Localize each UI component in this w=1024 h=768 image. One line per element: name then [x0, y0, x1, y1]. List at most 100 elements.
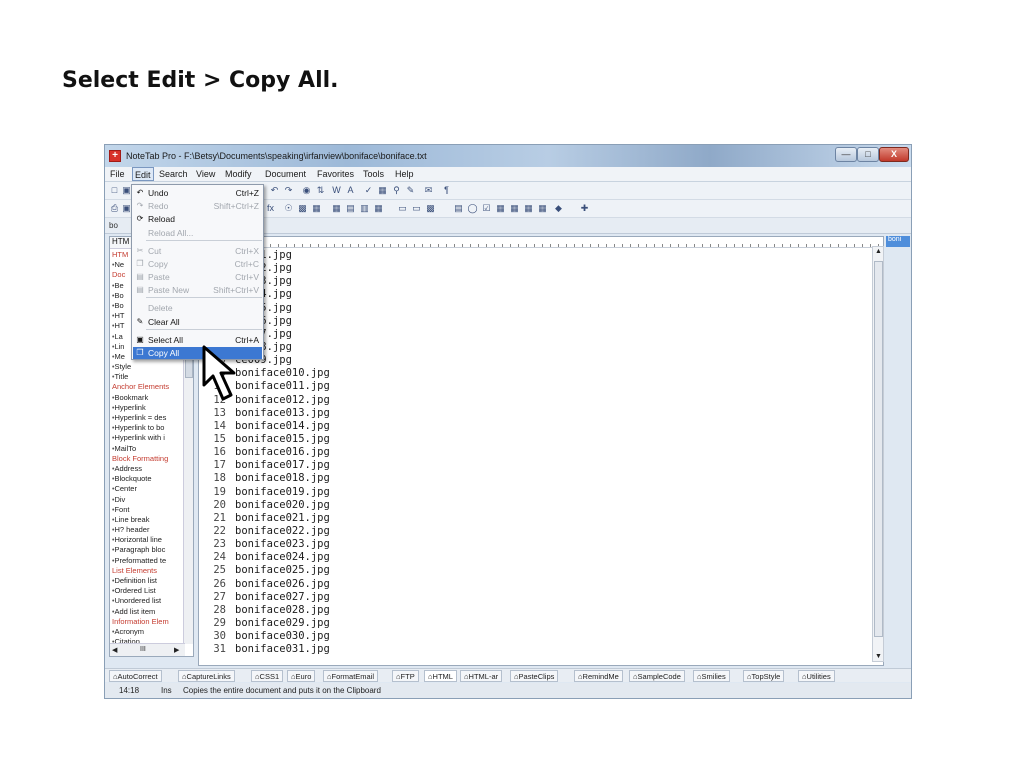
clip-tab-euro[interactable]: ⌂Euro [287, 670, 316, 682]
green-plus-icon[interactable]: ✚ [579, 203, 590, 214]
table-icon[interactable]: ▦ [331, 203, 342, 214]
binoculars-icon[interactable]: ◉ [301, 185, 312, 196]
diamond-icon[interactable]: ◆ [553, 203, 564, 214]
menu-item-reload[interactable]: ⟳ Reload [133, 213, 262, 225]
editor-scrollbar[interactable]: ▲ ▼ [872, 246, 884, 662]
menu-modify[interactable]: Modify [223, 169, 254, 179]
clip-item[interactable]: Add list item [112, 607, 184, 617]
editor-line[interactable]: 10boniface010.jpg [199, 367, 859, 380]
editor-line[interactable]: 21 boniface021.jpg [199, 512, 859, 525]
clip-tab-samplecode[interactable]: ⌂SampleCode [629, 670, 685, 682]
clip-item[interactable]: Address [112, 464, 184, 474]
clip-tab-capturelinks[interactable]: ⌂CaptureLinks [178, 670, 235, 682]
globe-icon[interactable]: ☉ [283, 203, 294, 214]
editor-line[interactable]: 25 boniface025.jpg [199, 564, 859, 577]
clip-item[interactable]: Hyperlink to bo [112, 423, 184, 433]
clip-tab-topstyle[interactable]: ⌂TopStyle [743, 670, 785, 682]
doc-tab-boniface[interactable]: bo [109, 221, 118, 230]
editor-line[interactable]: 31 boniface031.jpg [199, 643, 859, 656]
editor-line[interactable]: 22 boniface022.jpg [199, 525, 859, 538]
pilcrow-icon[interactable]: ¶ [441, 185, 452, 196]
clip-item[interactable]: Bookmark [112, 393, 184, 403]
clip-tab-smilies[interactable]: ⌂Smilies [693, 670, 730, 682]
scroll-right-icon[interactable]: ▶ [174, 646, 179, 654]
menu-tools[interactable]: Tools [361, 169, 386, 179]
notetab-app-icon[interactable]: + [109, 150, 121, 162]
clip-group-header[interactable]: List Elements [112, 566, 184, 576]
button-icon[interactable]: ▤ [453, 203, 464, 214]
word-icon[interactable]: W [331, 185, 342, 196]
editor-line[interactable]: 17 boniface017.jpg [199, 459, 859, 472]
close-icon[interactable]: X [879, 147, 909, 162]
editor-line[interactable]: 11boniface011.jpg [199, 380, 859, 393]
select-icon[interactable]: ▦ [509, 203, 520, 214]
editor-scroll-thumb[interactable] [874, 261, 883, 637]
editor-line[interactable]: 3ce003.jpg [199, 275, 859, 288]
font-size-icon[interactable]: A [345, 185, 356, 196]
editor-line[interactable]: 30 boniface030.jpg [199, 630, 859, 643]
clip-item[interactable]: H? header [112, 525, 184, 535]
menu-item-undo[interactable]: ↶ Undo Ctrl+Z [133, 187, 262, 199]
clip-tab-html[interactable]: ⌂HTML [424, 670, 457, 682]
editor-line[interactable]: 26 boniface026.jpg [199, 578, 859, 591]
editor-line[interactable]: 27 boniface027.jpg [199, 591, 859, 604]
clip-tab-css1[interactable]: ⌂CSS1 [251, 670, 284, 682]
clip-group-header[interactable]: Block Formatting [112, 454, 184, 464]
clip-item[interactable]: Acronym [112, 627, 184, 637]
clip-group-header[interactable]: Information Elem [112, 617, 184, 627]
editor-line[interactable]: 4ce004.jpg [199, 288, 859, 301]
search-icon[interactable]: ⚲ [391, 185, 402, 196]
edit-pen-icon[interactable]: ✎ [405, 185, 416, 196]
clip-tab-utilities[interactable]: ⌂Utilities [798, 670, 835, 682]
clip-item[interactable]: Center [112, 484, 184, 494]
sidebar-hscrollbar[interactable]: ◀ III ▶ [110, 643, 185, 656]
clip-item[interactable]: Div [112, 495, 184, 505]
clip-item[interactable]: MailTo [112, 444, 184, 454]
menu-help[interactable]: Help [393, 169, 416, 179]
list-box-icon[interactable]: ▦ [495, 203, 506, 214]
clip-item[interactable]: Title [112, 372, 184, 382]
menu-item-cut[interactable]: ✂ Cut Ctrl+X [133, 245, 262, 257]
clip-item[interactable]: Hyperlink = des [112, 413, 184, 423]
editor-line[interactable]: 5ce005.jpg [199, 302, 859, 315]
text-area-icon[interactable]: ▩ [425, 203, 436, 214]
clip-tab-autocorrect[interactable]: ⌂AutoCorrect [109, 670, 162, 682]
editor-line[interactable]: 2ce002.jpg [199, 262, 859, 275]
editor-line[interactable]: 19 boniface019.jpg [199, 486, 859, 499]
frame-icon[interactable]: ▦ [537, 203, 548, 214]
editor-line[interactable]: 12 boniface012.jpg [199, 394, 859, 407]
editor-line[interactable]: 9 ce009.jpg [199, 354, 859, 367]
menu-item-redo[interactable]: ↷ Redo Shift+Ctrl+Z [133, 200, 262, 212]
undo-toolbar-icon[interactable]: ↶ [269, 185, 280, 196]
new-document-icon[interactable]: □ [109, 185, 120, 196]
editor-line[interactable]: 1ce001.jpg [199, 249, 859, 262]
clip-item[interactable]: Font [112, 505, 184, 515]
clip-item[interactable]: Paragraph bloc [112, 545, 184, 555]
clip-item[interactable]: Hyperlink with i [112, 433, 184, 443]
form-icon[interactable]: ▭ [397, 203, 408, 214]
clip-item[interactable]: Preformatted te [112, 556, 184, 566]
clip-item[interactable]: Horizontal line [112, 535, 184, 545]
table-row-icon[interactable]: ▥ [359, 203, 370, 214]
side-panel-tab[interactable]: boni [886, 236, 910, 247]
clip-item[interactable]: Hyperlink [112, 403, 184, 413]
clip-tab-ftp[interactable]: ⌂FTP [392, 670, 419, 682]
radio-icon[interactable]: ◯ [467, 203, 478, 214]
scroll-up-icon[interactable]: ▲ [875, 248, 882, 255]
clip-item[interactable]: Blockquote [112, 474, 184, 484]
print-icon[interactable]: ⎙ [109, 203, 120, 214]
text-editor[interactable]: 1ce001.jpg2ce002.jpg3ce003.jpg4ce004.jpg… [198, 236, 884, 666]
clip-item[interactable]: Ordered List [112, 586, 184, 596]
menu-item-paste[interactable]: ▤ Paste Ctrl+V [133, 271, 262, 283]
maximize-icon[interactable]: □ [857, 147, 879, 162]
check-icon[interactable]: ☑ [481, 203, 492, 214]
clip-group-header[interactable]: Anchor Elements [112, 382, 184, 392]
menu-item-clear-all[interactable]: ✎ Clear All [133, 316, 262, 328]
menu-document[interactable]: Document [263, 169, 308, 179]
title-bar[interactable]: + NoteTab Pro - F:\Betsy\Documents\speak… [105, 145, 911, 167]
clip-tab-pasteclips[interactable]: ⌂PasteClips [510, 670, 559, 682]
minimize-icon[interactable]: — [835, 147, 857, 162]
menu-item-copy[interactable]: ❐ Copy Ctrl+C [133, 258, 262, 270]
scroll-left-icon[interactable]: ◀ [112, 646, 117, 654]
editor-line[interactable]: 24 boniface024.jpg [199, 551, 859, 564]
